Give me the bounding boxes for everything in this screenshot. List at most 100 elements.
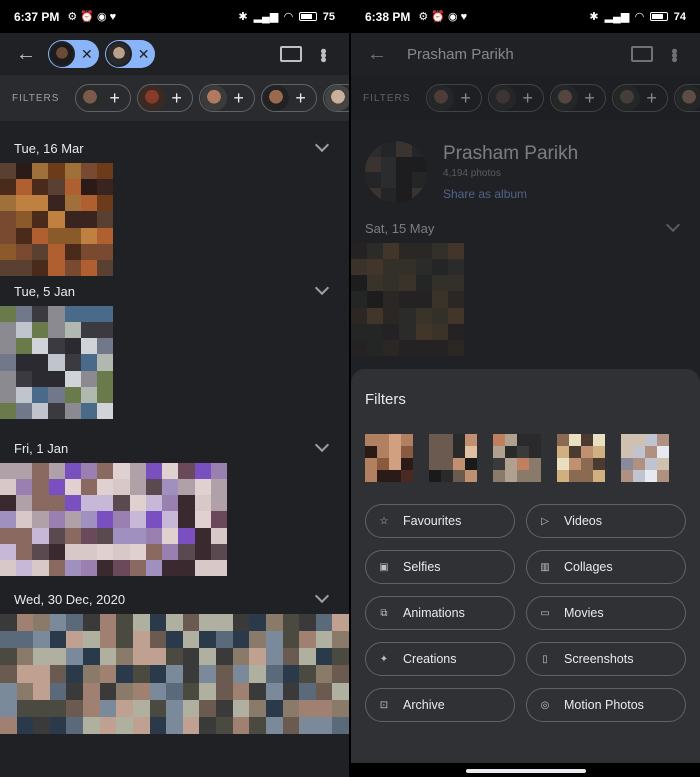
mosaic-cell (447, 291, 464, 308)
add-face-filter[interactable]: + (612, 84, 669, 112)
add-face-filter[interactable]: + (674, 84, 700, 112)
mosaic-cell (332, 682, 349, 700)
mosaic-cell (569, 434, 581, 446)
mosaic-cell (465, 458, 477, 470)
selected-face-chip[interactable]: ✕ (48, 40, 99, 68)
mosaic-cell (0, 511, 17, 528)
mosaic-cell (557, 434, 569, 446)
mosaic-cell (415, 243, 432, 260)
mosaic-cell (367, 243, 384, 260)
photo-thumbnail[interactable] (0, 306, 113, 419)
mosaic-cell (64, 511, 82, 528)
date-header: Fri, 1 Jan (0, 433, 349, 463)
selected-face-chip[interactable]: ✕ (104, 40, 156, 68)
face-filter-option[interactable] (557, 434, 605, 482)
motion-photos-filter-button[interactable]: ◎ Motion Photos (526, 688, 686, 722)
mosaic-cell (32, 322, 49, 339)
mosaic-cell (0, 386, 17, 403)
mosaic-cell (282, 631, 300, 649)
screenshots-filter-button[interactable]: ▯ Screenshots (526, 642, 686, 676)
mosaic-cell (505, 470, 517, 482)
mosaic-cell (194, 511, 211, 528)
more-options-icon[interactable]: ••• (658, 38, 690, 70)
face-avatar (490, 85, 517, 111)
chevron-down-icon[interactable] (314, 137, 330, 153)
mosaic-cell (33, 716, 50, 734)
photo-thumbnail[interactable] (0, 463, 227, 576)
mosaic-cell (249, 699, 266, 717)
cast-icon[interactable] (275, 38, 307, 70)
selfies-filter-button[interactable]: ▣ Selfies (365, 550, 515, 584)
mosaic-cell (210, 463, 227, 480)
face-filter-option[interactable] (365, 434, 413, 482)
mosaic-cell (99, 648, 117, 666)
archive-filter-button[interactable]: ⊡ Archive (365, 688, 515, 722)
share-as-album-link[interactable]: Share as album (443, 187, 578, 201)
collages-filter-button[interactable]: ▥ Collages (526, 550, 686, 584)
add-face-filter[interactable]: + (75, 84, 132, 112)
mosaic-cell (581, 470, 593, 482)
remove-icon[interactable]: ✕ (138, 46, 150, 63)
photo-thumbnail[interactable] (351, 243, 464, 356)
chevron-down-icon[interactable] (314, 280, 330, 296)
mosaic-cell (216, 648, 233, 666)
add-face-filter[interactable]: + (550, 84, 607, 112)
chevron-down-icon[interactable] (665, 217, 681, 233)
face-filter-option[interactable] (429, 434, 477, 482)
videos-filter-button[interactable]: ▷ Videos (526, 504, 686, 538)
mosaic-cell (145, 543, 163, 560)
mosaic-cell (447, 275, 464, 292)
mosaic-cell (232, 665, 250, 683)
mosaic-cell (517, 470, 529, 482)
animations-filter-button[interactable]: ⧉ Animations (365, 596, 515, 630)
mosaic-cell (97, 463, 114, 480)
mosaic-cell (441, 446, 453, 458)
add-face-filter[interactable]: + (488, 84, 545, 112)
photo-thumbnail[interactable] (0, 163, 113, 276)
add-face-filter[interactable]: + (426, 84, 483, 112)
remove-icon[interactable]: ✕ (81, 46, 93, 63)
mosaic-cell (645, 458, 657, 470)
mosaic-cell (529, 470, 541, 482)
mosaic-cell (149, 699, 167, 717)
photo-thumbnail[interactable] (0, 614, 349, 734)
back-arrow-icon[interactable]: ← (10, 38, 42, 70)
face-filter-option[interactable] (621, 434, 669, 482)
mosaic-cell (383, 275, 400, 292)
mosaic-cell (48, 227, 65, 244)
mosaic-cell (16, 322, 33, 339)
home-indicator[interactable] (465, 769, 586, 773)
filter-label: Movies (564, 606, 604, 620)
add-face-filter[interactable]: + (261, 84, 318, 112)
plus-icon: + (295, 87, 306, 108)
mosaic-cell (210, 495, 227, 512)
mosaic-cell (431, 307, 448, 324)
plus-icon: + (646, 87, 657, 108)
mosaic-cell (351, 339, 368, 356)
wifi-icon: ◠ (635, 11, 644, 23)
mosaic-cell (48, 259, 65, 276)
mosaic-cell (16, 386, 33, 403)
face-filter-option[interactable] (493, 434, 541, 482)
mosaic-cell (216, 665, 233, 683)
mosaic-cell (493, 470, 505, 482)
chevron-down-icon[interactable] (314, 437, 330, 453)
mosaic-cell (96, 259, 113, 276)
add-face-filter[interactable]: + (199, 84, 256, 112)
cast-icon[interactable] (626, 38, 658, 70)
mosaic-cell (401, 470, 413, 482)
add-face-filter[interactable]: + (137, 84, 194, 112)
more-options-icon[interactable]: ••• (307, 38, 339, 70)
plus-icon: + (460, 87, 471, 108)
movies-filter-button[interactable]: ▭ Movies (526, 596, 686, 630)
mosaic-cell (0, 716, 17, 734)
mosaic-cell (367, 259, 384, 276)
creations-filter-button[interactable]: ✦ Creations (365, 642, 515, 676)
back-arrow-icon[interactable]: ← (361, 38, 393, 70)
mosaic-cell (315, 716, 333, 734)
favourites-filter-button[interactable]: ☆ Favourites (365, 504, 515, 538)
person-avatar[interactable] (365, 141, 427, 203)
add-face-filter[interactable]: + (323, 84, 349, 112)
mosaic-cell (64, 259, 81, 276)
chevron-down-icon[interactable] (314, 588, 330, 604)
